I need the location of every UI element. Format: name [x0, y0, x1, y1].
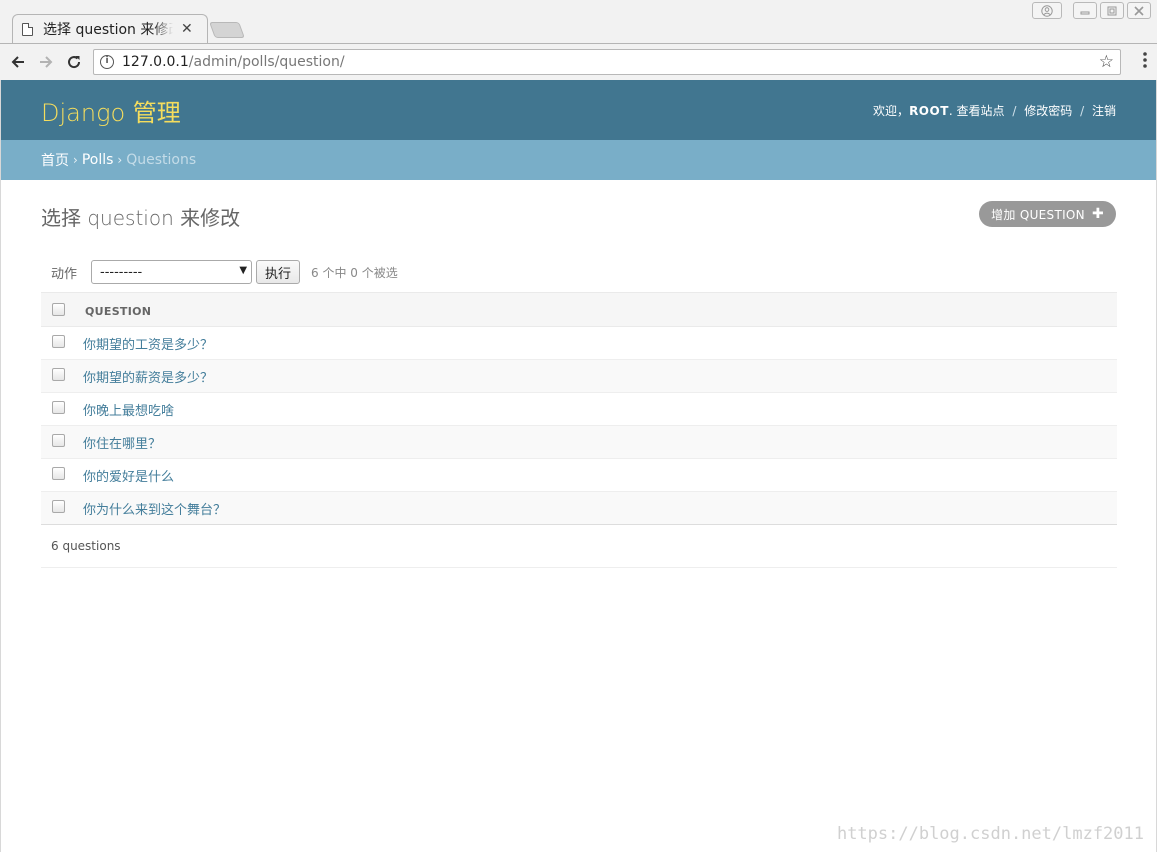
- forward-icon[interactable]: [35, 51, 57, 73]
- welcome-text: 欢迎，: [873, 103, 910, 118]
- table-row: 你期望的薪资是多少？: [41, 360, 1117, 393]
- question-link[interactable]: 你期望的工资是多少？: [83, 334, 213, 353]
- site-branding[interactable]: Django 管理: [41, 93, 181, 128]
- close-tab-icon[interactable]: ✕: [181, 22, 193, 36]
- table-row: 你晚上最想吃啥: [41, 393, 1117, 426]
- breadcrumb-polls[interactable]: Polls: [82, 152, 114, 168]
- table-row: 你为什么来到这个舞台？: [41, 492, 1117, 525]
- info-icon[interactable]: i: [100, 55, 114, 69]
- browser-menu-icon[interactable]: [1143, 52, 1147, 71]
- row-checkbox[interactable]: [52, 499, 65, 513]
- separator: /: [1080, 103, 1085, 118]
- table-header: QUESTION: [41, 292, 1117, 327]
- admin-header: Django 管理 欢迎，ROOT. 查看站点 / 修改密码 / 注销: [1, 80, 1156, 140]
- table-row: 你住在哪里？: [41, 426, 1117, 459]
- reload-icon[interactable]: [63, 51, 85, 73]
- username-period: .: [948, 103, 953, 118]
- table-row: 你期望的工资是多少？: [41, 327, 1117, 360]
- row-checkbox[interactable]: [52, 367, 65, 381]
- new-tab-button[interactable]: [209, 22, 245, 38]
- change-password-link[interactable]: 修改密码: [1024, 104, 1072, 118]
- question-link[interactable]: 你期望的薪资是多少？: [83, 367, 213, 386]
- question-link[interactable]: 你为什么来到这个舞台？: [83, 499, 226, 518]
- profile-icon[interactable]: [1032, 2, 1062, 19]
- selected-count: 6 个中 0 个被选: [311, 265, 398, 280]
- watermark: https://blog.csdn.net/lmzf2011: [836, 824, 1144, 844]
- breadcrumb-arrow: ›: [73, 153, 78, 167]
- tab-title: 选择 question 来修改: [43, 22, 173, 38]
- question-link[interactable]: 你晚上最想吃啥: [83, 400, 174, 419]
- bookmark-star-icon[interactable]: ☆: [1099, 52, 1114, 72]
- window-controls: [1032, 2, 1151, 19]
- page-icon: [22, 22, 33, 36]
- add-question-button[interactable]: 增加 QUESTION ✚: [979, 201, 1116, 227]
- actions-label: 动作: [51, 266, 78, 282]
- url-host: 127.0.0.1: [122, 54, 189, 70]
- actions-bar: 动作 --------- ▼ 执行 6 个中 0 个被选: [41, 258, 1117, 286]
- minimize-icon[interactable]: [1073, 2, 1097, 19]
- plus-icon: ✚: [1091, 206, 1104, 222]
- question-link[interactable]: 你住在哪里？: [83, 433, 161, 452]
- page-title: 选择 question 来修改: [41, 206, 241, 230]
- page-viewport: Django 管理 欢迎，ROOT. 查看站点 / 修改密码 / 注销 首页 ›…: [0, 80, 1157, 852]
- row-checkbox[interactable]: [52, 433, 65, 447]
- question-link[interactable]: 你的爱好是什么: [83, 466, 174, 485]
- breadcrumb: 首页 › Polls › Questions: [1, 140, 1156, 180]
- url-path: /admin/polls/question/: [188, 54, 345, 70]
- action-select-value: ---------: [100, 264, 143, 280]
- action-select[interactable]: --------- ▼: [91, 260, 253, 284]
- table-row: 你的爱好是什么: [41, 459, 1117, 492]
- results-table: QUESTION 你期望的工资是多少？ 你期望的薪资是多少？ 你晚上最想吃啥 你…: [41, 292, 1117, 525]
- select-all-checkbox[interactable]: [52, 303, 65, 316]
- add-question-label: 增加 QUESTION: [991, 207, 1085, 222]
- breadcrumb-arrow: ›: [117, 153, 123, 167]
- maximize-icon[interactable]: [1100, 2, 1124, 19]
- user-tools: 欢迎，ROOT. 查看站点 / 修改密码 / 注销: [873, 102, 1116, 119]
- browser-tab[interactable]: 选择 question 来修改 ✕: [12, 14, 208, 44]
- close-window-icon[interactable]: [1127, 2, 1151, 19]
- breadcrumb-home[interactable]: 首页: [41, 150, 69, 170]
- tab-strip: 选择 question 来修改 ✕: [0, 0, 1157, 44]
- username: ROOT: [909, 103, 949, 118]
- address-bar[interactable]: i 127.0.0.1/admin/polls/question/ ☆: [93, 49, 1121, 75]
- row-checkbox[interactable]: [52, 334, 65, 348]
- browser-chrome: 选择 question 来修改 ✕ i 127.0.0.1 /admin/pol…: [0, 0, 1157, 80]
- row-checkbox[interactable]: [52, 466, 65, 480]
- dropdown-caret-icon: ▼: [239, 265, 248, 276]
- logout-link[interactable]: 注销: [1092, 104, 1116, 118]
- paginator: 6 questions: [41, 524, 1117, 568]
- column-header-question[interactable]: QUESTION: [85, 305, 151, 318]
- row-checkbox[interactable]: [52, 400, 65, 414]
- breadcrumb-current: Questions: [126, 152, 197, 168]
- separator: /: [1012, 103, 1017, 118]
- browser-toolbar: i 127.0.0.1/admin/polls/question/ ☆: [0, 43, 1157, 80]
- view-site-link[interactable]: 查看站点: [957, 104, 1005, 118]
- back-icon[interactable]: [7, 51, 29, 73]
- go-button[interactable]: 执行: [256, 260, 301, 284]
